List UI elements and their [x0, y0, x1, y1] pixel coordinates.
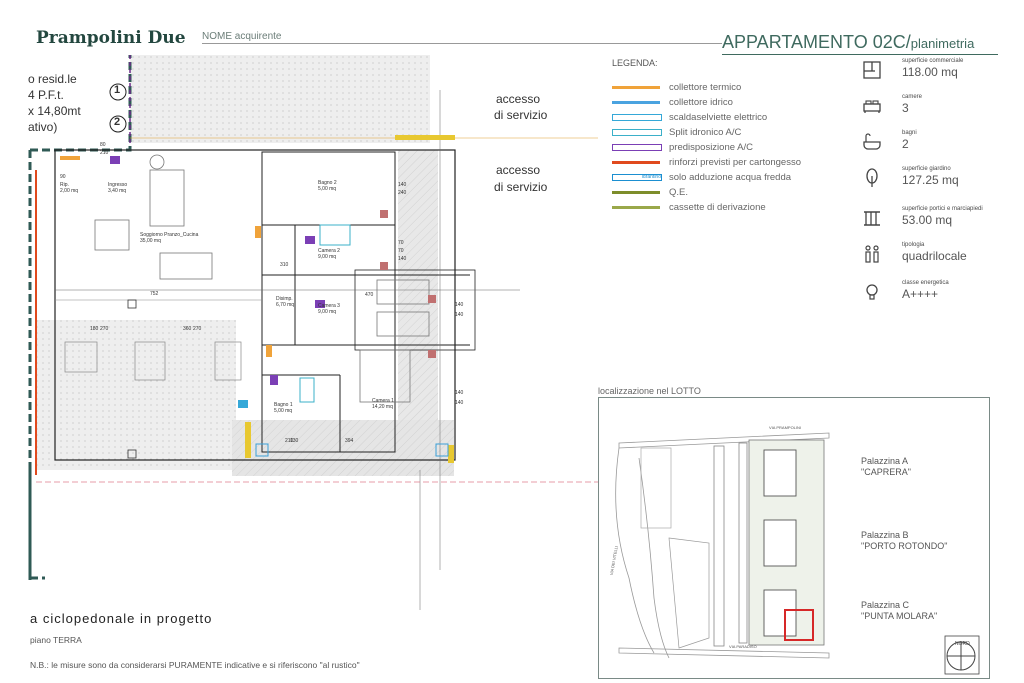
spec-bathrooms: bagni 2 — [862, 130, 1012, 164]
plan-marker-2: 2 — [114, 116, 121, 128]
room-label-hallway: Disimp. 6,70 mq — [276, 296, 295, 308]
bathtub-icon — [863, 133, 881, 150]
floorplan-icon — [863, 61, 881, 79]
service-label-1: di servizio — [494, 108, 548, 122]
plan-marker-1: 1 — [114, 84, 121, 96]
buyer-name-label: NOME acquirente — [202, 31, 282, 42]
access-label-2: accesso — [496, 163, 541, 177]
legend-item-thermal-collector: collettore termico — [612, 82, 852, 94]
porch-icon — [864, 211, 880, 226]
dimension-label: 140 — [455, 312, 464, 318]
legend-item-junction-box: cassette di derivazione — [612, 202, 852, 214]
legend-item-towel-heater: scaldaselviette elettrico — [612, 112, 852, 124]
tree-icon — [866, 168, 878, 187]
room-label-storage: Rip. 2,00 mq — [60, 182, 79, 194]
location-map: Palazzina A "CAPRERA" Palazzina B "PORTO R… — [598, 397, 990, 679]
location-title: localizzazione nel LOTTO — [598, 386, 701, 396]
dimension-label: 240 — [398, 190, 407, 196]
dimension-label: 140 — [455, 390, 464, 396]
room-label-bedroom-1: Camera 1 14,20 mq — [372, 398, 394, 410]
idrantino-tag: idrantino — [612, 174, 662, 181]
floor-label: piano TERRA — [30, 635, 82, 645]
buyer-name-line — [202, 43, 722, 44]
room-label-bath-1: Bagno 1 5,00 mq — [274, 402, 293, 414]
dimension-label: 270 — [193, 326, 202, 332]
access-label-1: accesso — [496, 92, 541, 106]
bed-icon — [863, 100, 881, 113]
dimension-label: 270 — [100, 326, 109, 332]
dimension-label: 140 — [398, 182, 407, 188]
spec-porch-area: superficie portici e marciapiedi 53.00 mq — [862, 206, 1012, 240]
street-label-bottom: VIA PARADISO — [729, 644, 757, 649]
dimension-label: 80 — [100, 142, 106, 148]
legend-item-drywall-reinforcement: rinforzi previsti per cartongesso — [612, 157, 852, 169]
plan-cut-line-4: ativo) — [28, 120, 58, 134]
apartment-code: APPARTAMENTO 02C/ — [722, 32, 911, 52]
dimension-label: 140 — [455, 400, 464, 406]
measurements-note: N.B.: le misure sono da considerarsi PUR… — [30, 660, 360, 670]
legend-item-cold-water: idrantino solo adduzione acqua fredda — [612, 172, 852, 184]
spec-typology: tipologia quadrilocale — [862, 242, 1012, 276]
people-icon — [865, 245, 879, 263]
spec-energy-class: classe energetica A++++ — [862, 280, 1012, 314]
spec-garden-area: superficie giardino 127.25 mq — [862, 166, 1012, 200]
room-label-entrance: Ingresso 3,40 mq — [108, 182, 128, 194]
plan-cut-line-1: o resid.le — [28, 72, 77, 86]
building-a-label: Palazzina A "CAPRERA" — [861, 456, 911, 477]
dimension-label: 470 — [365, 292, 374, 298]
room-label-bedroom-3: Camera 3 9,00 mq — [318, 303, 340, 315]
brand-title: Prampolini Due — [36, 28, 186, 48]
room-label-bath-2: Bagno 2 5,00 mq — [318, 180, 337, 192]
dimension-label: 310 — [280, 262, 289, 268]
spec-bedrooms: camere 3 — [862, 94, 1012, 128]
spec-commercial-area: superficie commerciale 118.00 mq — [862, 58, 1012, 92]
legend-item-water-collector: collettore idrico — [612, 97, 852, 109]
plan-cut-line-2: 4 P.F.t. — [28, 88, 64, 102]
dimension-label: 210 — [100, 150, 109, 156]
room-label-living: Soggiorno Pranzo_Cucina 35,00 mq — [140, 232, 199, 244]
dimension-label: 70 — [398, 248, 404, 254]
room-label-bedroom-2: Camera 2 9,00 mq — [318, 248, 340, 260]
street-label-top: VIA PRAMPOLINI — [769, 425, 802, 430]
dimension-label: 70 — [398, 240, 404, 246]
cycle-path-label: a ciclopedonale in progetto — [30, 611, 213, 626]
dimension-label: 140 — [455, 302, 464, 308]
dimension-label: 752 — [150, 291, 159, 297]
floor-plan — [28, 55, 598, 610]
plan-cut-line-3: x 14,80mt — [28, 104, 81, 118]
building-b-label: Palazzina B "PORTO ROTONDO" — [861, 530, 948, 551]
apartment-subtitle: planimetria — [910, 36, 975, 51]
dimension-label: 130 — [290, 438, 299, 444]
apartment-title: APPARTAMENTO 02C/planimetria — [722, 32, 974, 53]
dimension-label: 360 — [183, 326, 192, 332]
legend-item-electrical-panel: Q.E. — [612, 187, 852, 199]
apartment-title-underline — [722, 54, 998, 55]
north-label: NORD — [955, 641, 970, 647]
bulb-icon — [866, 284, 878, 300]
building-c-label: Palazzina C "PUNTA MOLARA" — [861, 600, 938, 621]
legend-item-split-ac: Split idronico A/C — [612, 127, 852, 139]
legend-item-ac-provision: predisposizione A/C — [612, 142, 852, 154]
dimension-label: 394 — [345, 438, 354, 444]
legend-title: LEGENDA: — [612, 58, 658, 68]
service-label-2: di servizio — [494, 180, 548, 194]
dimension-label: 140 — [398, 256, 407, 262]
dimension-label: 180 — [90, 326, 99, 332]
dimension-label: 90 — [60, 174, 66, 180]
